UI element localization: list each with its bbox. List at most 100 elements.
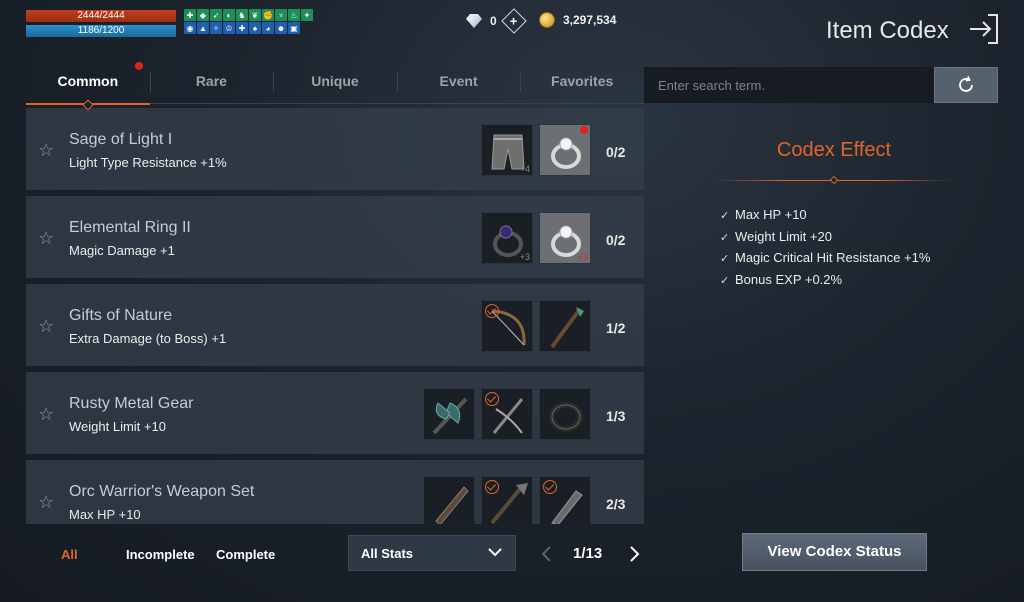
tab-rare[interactable]: Rare <box>149 66 274 103</box>
check-icon: ✓ <box>720 274 730 287</box>
buff-mask-icon: ☻ <box>275 22 287 34</box>
gold-count: 3,297,534 <box>563 13 617 27</box>
codex-entry[interactable]: ☆ Gifts of Nature Extra Damage (to Boss)… <box>26 284 644 366</box>
entry-effect: Max HP +10 <box>69 507 141 522</box>
effect-text: Bonus EXP +0.2% <box>735 271 843 287</box>
tab-favorites[interactable]: Favorites <box>520 66 644 103</box>
hp-bar: 2444/2444 <box>26 10 176 22</box>
notification-dot <box>135 62 143 70</box>
bow-icon[interactable] <box>481 300 533 352</box>
prev-page-icon[interactable] <box>540 545 554 563</box>
filter-complete[interactable]: Complete <box>216 547 275 562</box>
registered-check-icon <box>543 480 557 494</box>
codex-list[interactable]: ☆ Sage of Light I Light Type Resistance … <box>26 108 644 524</box>
buff-speed-icon: ➶ <box>210 9 222 21</box>
buff-fist-icon: ✊ <box>262 9 274 21</box>
codex-effect-list: ✓ Max HP +10 ✓ Weight Limit +20 ✓ Magic Cri… <box>720 205 930 291</box>
codex-entry[interactable]: ☆ Elemental Ring II Magic Damage +1 +3 +… <box>26 196 644 278</box>
codex-entry[interactable]: ☆ Rusty Metal Gear Weight Limit +10 1/3 <box>26 372 644 454</box>
entry-effect: Weight Limit +10 <box>69 419 166 434</box>
page-title: Item Codex <box>826 17 949 44</box>
search-reset-button[interactable] <box>934 67 998 103</box>
gold-coin-icon <box>539 12 555 28</box>
view-codex-status-button[interactable]: View Codex Status <box>742 533 927 571</box>
next-page-icon[interactable] <box>627 545 641 563</box>
buff-boots-icon: ♞ <box>236 9 248 21</box>
blade-icon[interactable] <box>539 476 591 524</box>
effect-item: ✓ Weight Limit +20 <box>720 227 930 249</box>
exit-icon[interactable] <box>968 12 1000 46</box>
stats-dropdown[interactable]: All Stats <box>348 535 516 571</box>
effect-item: ✓ Magic Critical Hit Resistance +1% <box>720 248 930 270</box>
spear-icon[interactable] <box>481 476 533 524</box>
entry-name: Gifts of Nature <box>69 307 173 324</box>
filter-incomplete[interactable]: Incomplete <box>126 547 195 562</box>
effect-item: ✓ Bonus EXP +0.2% <box>720 270 930 292</box>
buff-eye-icon: ◉ <box>184 22 196 34</box>
entry-progress: 0/2 <box>606 144 626 160</box>
entry-progress: 1/3 <box>606 408 626 424</box>
buff-defense-icon: ◆ <box>197 9 209 21</box>
pants-icon[interactable]: +4 <box>481 124 533 176</box>
check-icon: ✓ <box>720 231 730 244</box>
registered-check-icon <box>485 304 499 318</box>
favorite-star-icon[interactable]: ☆ <box>38 405 56 423</box>
black-ring-icon[interactable] <box>539 388 591 440</box>
filter-all[interactable]: All <box>61 547 78 562</box>
tab-rare-label: Rare <box>195 73 227 89</box>
stats-dropdown-value: All Stats <box>361 546 414 561</box>
effect-text: Weight Limit +20 <box>735 228 832 244</box>
mp-bar: 1186/1200 <box>26 25 176 37</box>
favorite-star-icon[interactable]: ☆ <box>38 229 56 247</box>
diamond-icon <box>466 14 482 28</box>
favorite-star-icon[interactable]: ☆ <box>38 493 56 511</box>
buff-helmet-icon: ◕ <box>262 22 274 34</box>
buff-lock-icon: ▣ <box>288 22 300 34</box>
enhance-level: +3 <box>577 252 588 262</box>
search-input[interactable] <box>644 67 934 103</box>
diamond-count: 0 <box>490 14 497 28</box>
entry-name: Sage of Light I <box>69 131 173 148</box>
greatsword-icon[interactable] <box>423 476 475 524</box>
tab-common[interactable]: Common <box>26 62 150 111</box>
chevron-down-icon <box>488 548 502 557</box>
buff-gem-icon: ✦ <box>301 9 313 21</box>
diamond-currency: 0 + <box>466 8 527 34</box>
registered-check-icon <box>485 392 499 406</box>
tab-favorites-label: Favorites <box>551 73 614 89</box>
registered-check-icon <box>485 480 499 494</box>
tab-event[interactable]: Event <box>396 66 521 103</box>
divider-ornament <box>829 175 839 185</box>
entry-effect: Extra Damage (to Boss) +1 <box>69 331 227 346</box>
check-icon: ✓ <box>720 253 730 265</box>
entry-progress: 0/2 <box>606 232 626 248</box>
tab-unique[interactable]: Unique <box>273 66 397 103</box>
entry-progress: 1/2 <box>606 320 626 336</box>
buff-horn-icon: ♔ <box>223 22 235 34</box>
effect-item: ✓ Max HP +10 <box>720 205 930 227</box>
effect-text: Magic Critical Hit Resistance +1% <box>735 250 931 265</box>
add-diamond-button[interactable]: + <box>500 8 527 34</box>
entry-name: Orc Warrior's Weapon Set <box>69 483 255 500</box>
entry-name: Rusty Metal Gear <box>69 395 194 412</box>
staff-icon[interactable] <box>539 300 591 352</box>
crossbow-icon[interactable] <box>481 388 533 440</box>
tab-common-label: Common <box>57 73 119 89</box>
enhance-level: +4 <box>519 164 530 174</box>
favorite-star-icon[interactable]: ☆ <box>38 317 56 335</box>
pearl-ring-icon[interactable]: +3 <box>539 212 591 264</box>
axe-icon[interactable] <box>423 388 475 440</box>
buff-cross-icon: ✚ <box>236 22 248 34</box>
enhance-level: +3 <box>519 252 530 262</box>
codex-entry[interactable]: ☆ Sage of Light I Light Type Resistance … <box>26 108 644 190</box>
tab-unique-label: Unique <box>311 73 359 89</box>
codex-entry[interactable]: ☆ Orc Warrior's Weapon Set Max HP +10 2/… <box>26 460 644 524</box>
search-box <box>644 67 934 103</box>
dark-ring-icon[interactable]: +3 <box>481 212 533 264</box>
buff-attack-icon: ✚ <box>184 9 196 21</box>
favorite-star-icon[interactable]: ☆ <box>38 141 56 159</box>
buff-wing-icon: ♆ <box>275 9 287 21</box>
rarity-tabs: Common Rare Unique Event Favorites <box>26 62 644 111</box>
buff-shield-icon: ◐ <box>223 9 235 21</box>
entry-progress: 2/3 <box>606 496 626 512</box>
